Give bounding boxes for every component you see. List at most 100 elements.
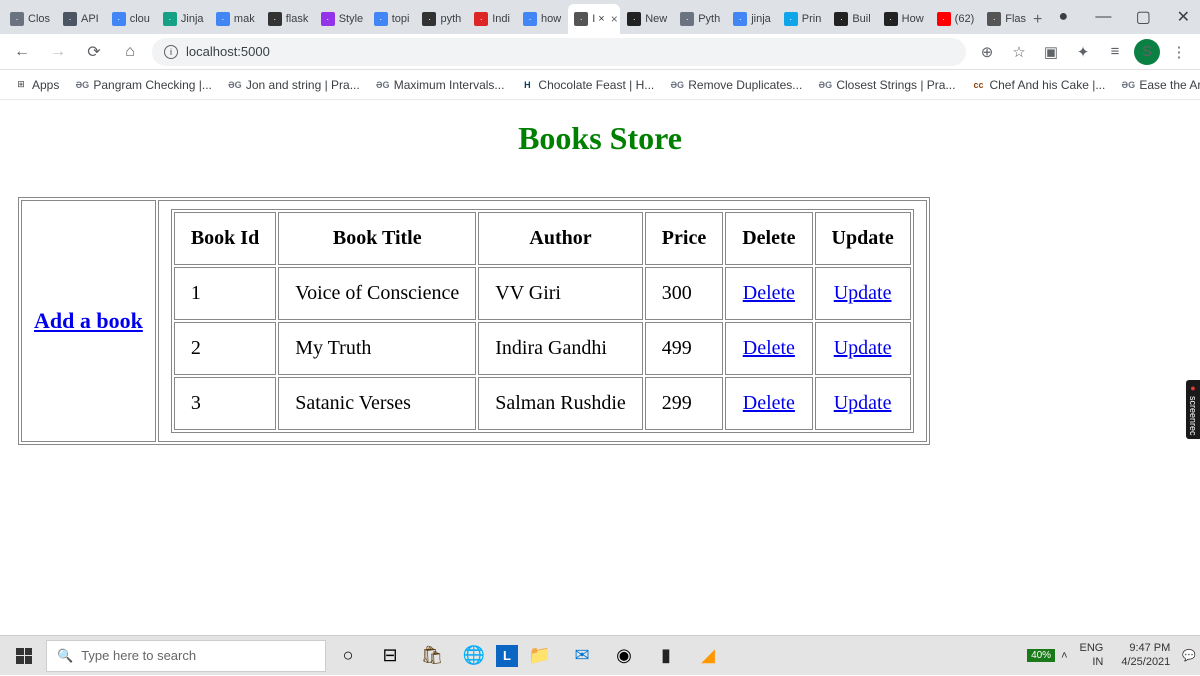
back-button[interactable]: ← xyxy=(8,38,36,66)
bookmark-item[interactable]: ƏGPangram Checking |... xyxy=(69,76,218,94)
app-linkedin[interactable]: L xyxy=(496,645,518,667)
minimize-button[interactable]: — xyxy=(1083,2,1123,32)
zoom-icon[interactable]: ⊕ xyxy=(974,39,1000,65)
profile-avatar[interactable]: S xyxy=(1134,39,1160,65)
app-mail[interactable]: ✉ xyxy=(562,636,602,676)
close-tab-icon[interactable]: × xyxy=(611,12,618,26)
column-header: Book Id xyxy=(174,212,276,265)
reading-mode-icon[interactable]: ≡ xyxy=(1102,39,1128,65)
tab-label: Buil xyxy=(852,13,870,25)
update-link[interactable]: Update xyxy=(834,282,892,304)
add-book-link[interactable]: Add a book xyxy=(34,308,143,333)
app-edge[interactable]: 🌐 xyxy=(454,636,494,676)
reload-button[interactable]: ⟳ xyxy=(80,38,108,66)
bookmark-icon: ƏG xyxy=(670,78,684,92)
bookmark-item[interactable]: ƏGMaximum Intervals... xyxy=(370,76,511,94)
bookmark-item[interactable]: HChocolate Feast | H... xyxy=(514,76,660,94)
bookmark-label: Ease the Array | Pra... xyxy=(1139,78,1200,92)
column-header: Author xyxy=(478,212,643,265)
bookmark-label: Chef And his Cake |... xyxy=(989,78,1105,92)
browser-tab[interactable]: · Buil xyxy=(828,4,876,34)
cell-id: 3 xyxy=(174,377,276,430)
browser-tab[interactable]: ·I ×× xyxy=(568,4,620,34)
cell-id: 2 xyxy=(174,322,276,375)
add-book-cell: Add a book xyxy=(21,200,156,442)
notifications-icon[interactable]: 💬 xyxy=(1182,649,1196,662)
tab-label: Jinja xyxy=(181,13,204,25)
bookmark-star-icon[interactable]: ☆ xyxy=(1006,39,1032,65)
tab-label: New xyxy=(645,13,667,25)
delete-link[interactable]: Delete xyxy=(743,282,795,304)
favicon: · xyxy=(834,12,848,26)
browser-tab[interactable]: ·jinja xyxy=(727,4,777,34)
bookmark-item[interactable]: ccChef And his Cake |... xyxy=(965,76,1111,94)
close-window-button[interactable]: ✕ xyxy=(1163,2,1200,32)
app-store[interactable]: 🛍 xyxy=(412,636,452,676)
browser-tab[interactable]: ·pyth xyxy=(416,4,467,34)
tray-clock[interactable]: 9:47 PM4/25/2021 xyxy=(1115,642,1176,668)
bookmark-item[interactable]: ƏGRemove Duplicates... xyxy=(664,76,808,94)
forward-button[interactable]: → xyxy=(44,38,72,66)
app-sublime[interactable]: ◢ xyxy=(688,636,728,676)
favicon: · xyxy=(523,12,537,26)
favicon: · xyxy=(474,12,488,26)
favicon: · xyxy=(374,12,388,26)
browser-tab[interactable]: ·Style xyxy=(315,4,367,34)
browser-tab[interactable]: ·Pyth xyxy=(674,4,726,34)
browser-tab[interactable]: ·mak xyxy=(210,4,261,34)
tab-label: topi xyxy=(392,13,410,25)
favicon: · xyxy=(63,12,77,26)
task-view-button[interactable]: ⊟ xyxy=(370,636,410,676)
browser-tab[interactable]: ·how xyxy=(517,4,567,34)
tab-label: flask xyxy=(286,13,309,25)
delete-link[interactable]: Delete xyxy=(743,337,795,359)
url-text: localhost:5000 xyxy=(186,44,270,59)
app-terminal[interactable]: ▮ xyxy=(646,636,686,676)
tray-expand-icon[interactable]: ˄ xyxy=(1061,650,1067,662)
tray-lang[interactable]: ENGIN xyxy=(1074,642,1110,668)
start-button[interactable] xyxy=(4,636,44,676)
taskbar: 🔍 Type here to search ○ ⊟ 🛍 🌐 L 📁 ✉ ◉ ▮ … xyxy=(0,635,1200,675)
site-info-icon[interactable]: i xyxy=(164,45,178,59)
tab-strip: ·Clos·API·clou·Jinja·mak·flask·Style·top… xyxy=(0,0,1200,34)
browser-tab[interactable]: ·Clos xyxy=(4,4,56,34)
cortana-button[interactable]: ○ xyxy=(328,636,368,676)
browser-tab[interactable]: ·How xyxy=(878,4,930,34)
tab-label: Pyth xyxy=(698,13,720,25)
new-tab-button[interactable]: + xyxy=(1033,6,1042,34)
app-chrome[interactable]: ◉ xyxy=(604,636,644,676)
browser-tab[interactable]: ·clou xyxy=(106,4,156,34)
favicon: · xyxy=(321,12,335,26)
browser-tab[interactable]: ·Indi xyxy=(468,4,516,34)
home-button[interactable]: ⌂ xyxy=(116,38,144,66)
cell-id: 1 xyxy=(174,267,276,320)
screenrec-tab[interactable]: screenrec xyxy=(1186,380,1200,439)
browser-tab[interactable]: ·Prin xyxy=(778,4,828,34)
bookmark-item[interactable]: ƏGClosest Strings | Pra... xyxy=(812,76,961,94)
account-icon[interactable]: ● xyxy=(1043,2,1083,32)
app-explorer[interactable]: 📁 xyxy=(520,636,560,676)
menu-button[interactable]: ⋮ xyxy=(1166,39,1192,65)
browser-tab[interactable]: ·API xyxy=(57,4,105,34)
taskbar-search[interactable]: 🔍 Type here to search xyxy=(46,640,326,672)
share-icon[interactable]: ▣ xyxy=(1038,39,1064,65)
update-link[interactable]: Update xyxy=(834,337,892,359)
update-link[interactable]: Update xyxy=(834,392,892,414)
browser-tab[interactable]: ·(62) xyxy=(931,4,981,34)
extensions-icon[interactable]: ✦ xyxy=(1070,39,1096,65)
favicon: · xyxy=(884,12,898,26)
browser-tab[interactable]: ·Flas xyxy=(981,4,1032,34)
apps-button[interactable]: ⊞Apps xyxy=(8,76,65,94)
browser-tab[interactable]: ·Jinja xyxy=(157,4,209,34)
url-field[interactable]: i localhost:5000 xyxy=(152,38,966,66)
browser-tab[interactable]: ·flask xyxy=(262,4,314,34)
browser-tab[interactable]: · topi xyxy=(368,4,416,34)
battery-indicator[interactable]: 40% xyxy=(1027,649,1055,662)
tab-label: Prin xyxy=(802,13,822,25)
bookmark-item[interactable]: ƏGJon and string | Pra... xyxy=(222,76,366,94)
delete-link[interactable]: Delete xyxy=(743,392,795,414)
bookmark-item[interactable]: ƏGEase the Array | Pra... xyxy=(1115,76,1200,94)
browser-tab[interactable]: ·New xyxy=(621,4,673,34)
bookmark-icon: ƏG xyxy=(228,78,242,92)
maximize-button[interactable]: ▢ xyxy=(1123,2,1163,32)
